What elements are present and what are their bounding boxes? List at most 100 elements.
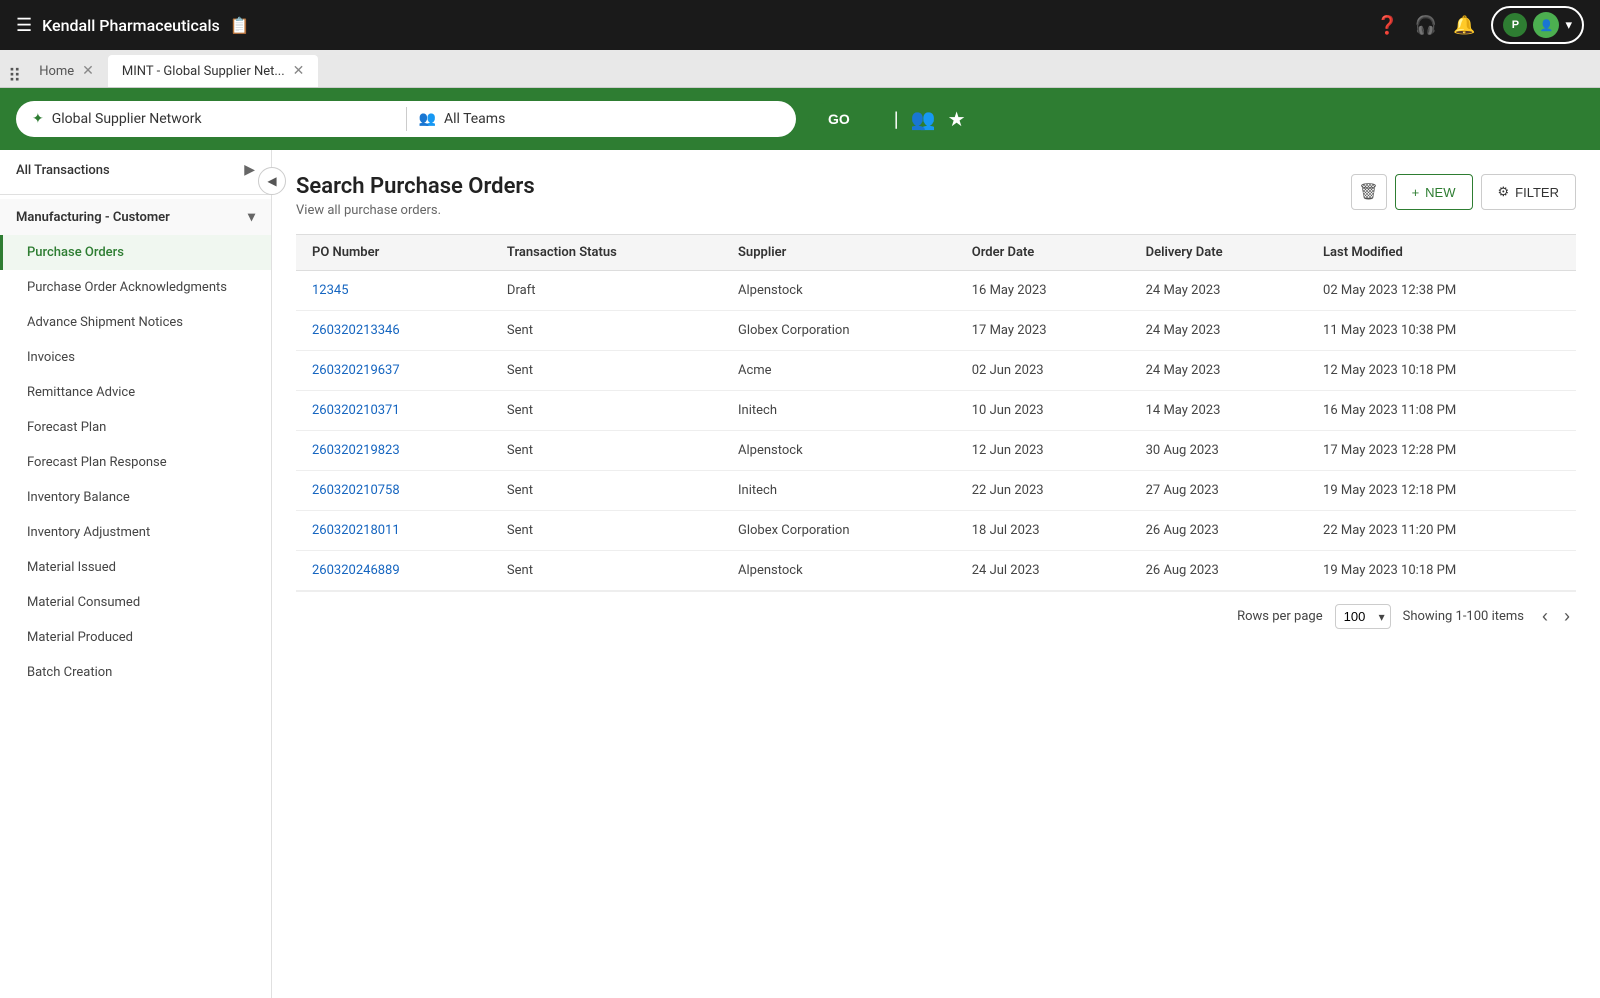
cell-supplier: Globex Corporation	[722, 311, 956, 351]
cell-supplier: Alpenstock	[722, 271, 956, 311]
search-container: ✦ Global Supplier Network 👥 All Teams	[16, 101, 796, 137]
cell-delivery-date: 30 Aug 2023	[1130, 431, 1307, 471]
sidebar-item-label: Batch Creation	[27, 665, 112, 680]
sidebar-item-forecast-plan[interactable]: Forecast Plan	[0, 410, 271, 445]
cell-supplier: Globex Corporation	[722, 511, 956, 551]
top-bar-left: ☰ Kendall Pharmaceuticals 📋	[16, 15, 250, 36]
po-link[interactable]: 260320210371	[312, 403, 400, 418]
sidebar-item-forecast-plan-response[interactable]: Forecast Plan Response	[0, 445, 271, 480]
sidebar-item-material-issued[interactable]: Material Issued	[0, 550, 271, 585]
next-page-button[interactable]: ›	[1558, 604, 1576, 629]
sidebar-item-inventory-adjustment[interactable]: Inventory Adjustment	[0, 515, 271, 550]
sidebar-item-label: Purchase Order Acknowledgments	[27, 280, 227, 295]
col-transaction-status: Transaction Status	[491, 235, 722, 271]
tab-mint-close[interactable]: ✕	[293, 63, 305, 79]
cell-order-date: 17 May 2023	[956, 311, 1130, 351]
all-transactions-label: All Transactions	[16, 163, 110, 178]
cell-po-number: 260320218011	[296, 511, 491, 551]
sidebar-item-inventory-balance[interactable]: Inventory Balance	[0, 480, 271, 515]
star-icon[interactable]: ★	[948, 107, 966, 131]
sidebar-item-label: Purchase Orders	[27, 245, 124, 260]
tab-home-label: Home	[39, 64, 74, 79]
table-row: 260320218011 Sent Globex Corporation 18 …	[296, 511, 1576, 551]
po-link[interactable]: 12345	[312, 283, 349, 298]
cell-order-date: 02 Jun 2023	[956, 351, 1130, 391]
cell-supplier: Acme	[722, 351, 956, 391]
people-icon[interactable]: 👥	[911, 107, 936, 131]
sidebar-item-material-consumed[interactable]: Material Consumed	[0, 585, 271, 620]
po-link[interactable]: 260320219823	[312, 443, 400, 458]
col-last-modified: Last Modified	[1307, 235, 1576, 271]
tab-home-close[interactable]: ✕	[82, 63, 94, 79]
help-icon[interactable]: ❓	[1376, 15, 1398, 36]
table-body: 12345 Draft Alpenstock 16 May 2023 24 Ma…	[296, 271, 1576, 591]
cell-delivery-date: 26 Aug 2023	[1130, 551, 1307, 591]
top-bar: ☰ Kendall Pharmaceuticals 📋 ❓ 🎧 🔔 P 👤 ▾	[0, 0, 1600, 50]
sidebar-item-invoices[interactable]: Invoices	[0, 340, 271, 375]
app-logo-icon: 📋	[230, 16, 250, 35]
headset-icon[interactable]: 🎧	[1415, 15, 1437, 36]
table-row: 260320210758 Sent Initech 22 Jun 2023 27…	[296, 471, 1576, 511]
tab-mint[interactable]: MINT - Global Supplier Net... ✕	[108, 55, 318, 87]
filter-icon: ⚙	[1498, 184, 1510, 200]
cell-supplier: Initech	[722, 391, 956, 431]
tab-bar: ⠿ Home ✕ MINT - Global Supplier Net... ✕	[0, 50, 1600, 88]
sidebar-item-label: Remittance Advice	[27, 385, 135, 400]
section-label: Manufacturing - Customer	[16, 210, 170, 225]
table-row: 260320210371 Sent Initech 10 Jun 2023 14…	[296, 391, 1576, 431]
table-header-row: PO Number Transaction Status Supplier Or…	[296, 235, 1576, 271]
trash-icon: 🗑	[1358, 182, 1378, 202]
sidebar-item-label: Material Consumed	[27, 595, 140, 610]
filter-button[interactable]: ⚙ FILTER	[1481, 174, 1576, 210]
cell-last-modified: 02 May 2023 12:38 PM	[1307, 271, 1576, 311]
tab-home[interactable]: Home ✕	[25, 55, 108, 87]
apps-grid-icon[interactable]: ⠿	[8, 66, 21, 87]
cell-po-number: 260320213346	[296, 311, 491, 351]
go-button[interactable]: GO	[808, 103, 870, 135]
rows-select-wrapper: 100 10 25 50	[1335, 604, 1391, 629]
sidebar-item-material-produced[interactable]: Material Produced	[0, 620, 271, 655]
sidebar-item-label: Inventory Balance	[27, 490, 130, 505]
sidebar-item-label: Material Issued	[27, 560, 116, 575]
cell-po-number: 260320219637	[296, 351, 491, 391]
prev-page-button[interactable]: ‹	[1536, 604, 1554, 629]
col-supplier: Supplier	[722, 235, 956, 271]
po-link[interactable]: 260320246889	[312, 563, 400, 578]
cell-last-modified: 12 May 2023 10:18 PM	[1307, 351, 1576, 391]
sidebar-item-batch-creation[interactable]: Batch Creation	[0, 655, 271, 690]
rows-per-page-select[interactable]: 100 10 25 50	[1335, 604, 1391, 629]
showing-label: Showing 1-100 items	[1403, 609, 1524, 624]
cell-status: Draft	[491, 271, 722, 311]
cell-last-modified: 22 May 2023 11:20 PM	[1307, 511, 1576, 551]
profile-button[interactable]: P 👤 ▾	[1491, 6, 1584, 44]
delete-button[interactable]: 🗑	[1351, 174, 1387, 210]
teams-icon: 👥	[419, 111, 436, 127]
sidebar-section-header[interactable]: Manufacturing - Customer ▾	[0, 199, 271, 235]
notifications-icon[interactable]: 🔔	[1453, 15, 1475, 36]
sidebar-all-transactions[interactable]: All Transactions ▶	[0, 150, 271, 190]
cell-supplier: Initech	[722, 471, 956, 511]
po-link[interactable]: 260320219637	[312, 363, 400, 378]
po-link[interactable]: 260320218011	[312, 523, 400, 538]
app-icon: ☰	[16, 15, 32, 36]
po-link[interactable]: 260320210758	[312, 483, 400, 498]
content-header: Search Purchase Orders View all purchase…	[296, 174, 1576, 218]
top-bar-right: ❓ 🎧 🔔 P 👤 ▾	[1376, 6, 1584, 44]
section-chevron: ▾	[248, 209, 255, 225]
cell-status: Sent	[491, 311, 722, 351]
sidebar-item-purchase-order-ack[interactable]: Purchase Order Acknowledgments	[0, 270, 271, 305]
po-link[interactable]: 260320213346	[312, 323, 400, 338]
sidebar-item-advance-shipment[interactable]: Advance Shipment Notices	[0, 305, 271, 340]
cell-po-number: 260320246889	[296, 551, 491, 591]
table-row: 260320213346 Sent Globex Corporation 17 …	[296, 311, 1576, 351]
cell-order-date: 24 Jul 2023	[956, 551, 1130, 591]
sidebar-item-purchase-orders[interactable]: Purchase Orders	[0, 235, 271, 270]
search-bar: ✦ Global Supplier Network 👥 All Teams GO…	[0, 88, 1600, 150]
cell-delivery-date: 24 May 2023	[1130, 311, 1307, 351]
sidebar-collapse-button[interactable]: ◀	[258, 167, 286, 195]
search-divider	[406, 107, 407, 131]
sidebar-item-remittance[interactable]: Remittance Advice	[0, 375, 271, 410]
new-button[interactable]: + NEW	[1395, 174, 1473, 210]
cell-po-number: 260320210371	[296, 391, 491, 431]
cell-supplier: Alpenstock	[722, 431, 956, 471]
